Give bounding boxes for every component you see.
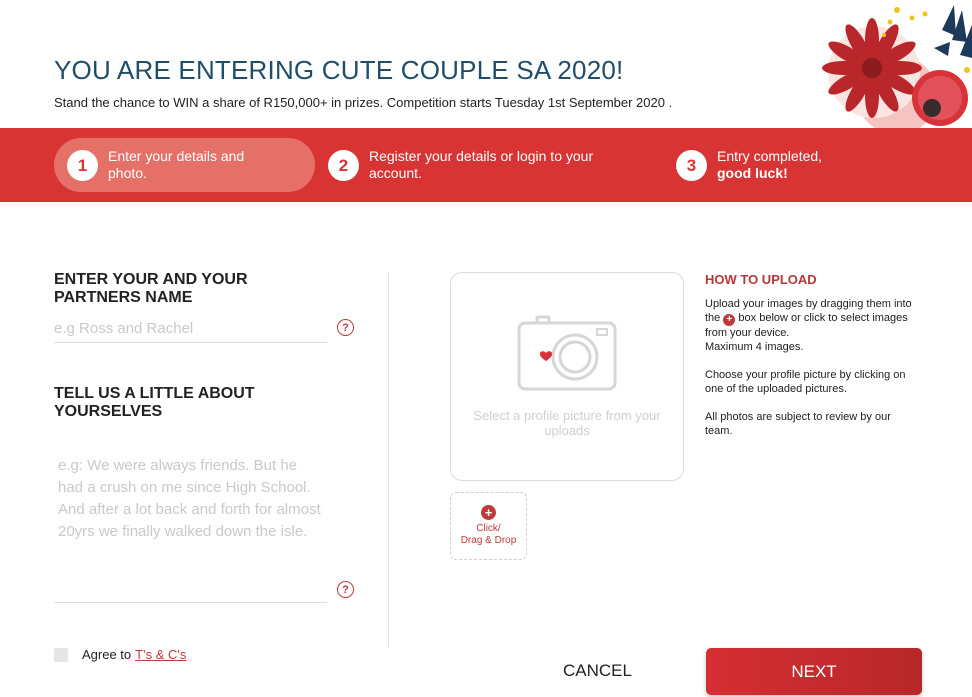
flower-decoration xyxy=(822,5,972,128)
column-divider xyxy=(388,272,389,648)
step-3: 3 Entry completed, good luck! xyxy=(676,138,926,192)
terms-checkbox[interactable] xyxy=(54,647,68,662)
step-1: 1 Enter your details and photo. xyxy=(54,138,315,192)
names-input[interactable] xyxy=(54,314,327,343)
how-to-upload-title: HOW TO UPLOAD xyxy=(705,272,817,287)
step-1-number: 1 xyxy=(67,149,98,181)
about-textarea[interactable] xyxy=(54,453,327,603)
names-help-icon[interactable]: ? xyxy=(337,319,354,336)
profile-picture-preview[interactable]: Select a profile picture from your uploa… xyxy=(450,272,684,481)
terms-agreement: Agree to T's & C's xyxy=(54,647,186,662)
preview-hint: Select a profile picture from your uploa… xyxy=(473,408,661,438)
step-3-label: Entry completed, good luck! xyxy=(717,148,823,181)
step-2-number: 2 xyxy=(328,149,359,181)
plus-icon: + xyxy=(723,314,736,326)
next-button[interactable]: NEXT xyxy=(706,648,922,695)
add-image-icon: + xyxy=(481,505,496,520)
step-1-label: Enter your details and photo. xyxy=(108,148,245,181)
terms-link[interactable]: T's & C's xyxy=(135,647,186,662)
step-2: 2 Register your details or login to your… xyxy=(328,138,648,192)
step-3-number: 3 xyxy=(676,149,707,181)
cancel-button[interactable]: CANCEL xyxy=(540,650,655,692)
names-label: ENTER YOUR AND YOUR PARTNERS NAME xyxy=(54,271,248,306)
terms-label: Agree to xyxy=(82,647,132,662)
dropzone-label-1: Click/ xyxy=(476,523,501,534)
image-dropzone[interactable]: + Click/ Drag & Drop xyxy=(450,492,527,560)
about-help-icon[interactable]: ? xyxy=(337,581,354,598)
progress-steps: 1 Enter your details and photo. 2 Registe… xyxy=(0,128,972,202)
how-to-upload-instructions: Upload your images by dragging them into… xyxy=(705,298,912,437)
page-title: YOU ARE ENTERING CUTE COUPLE SA 2020! xyxy=(54,55,624,85)
camera-icon xyxy=(517,315,617,391)
about-label: TELL US A LITTLE ABOUT YOURSELVES xyxy=(54,385,255,420)
page-subtitle: Stand the chance to WIN a share of R150,… xyxy=(54,95,673,110)
dropzone-label-2: Drag & Drop xyxy=(460,535,517,546)
step-2-label: Register your details or login to your ac… xyxy=(369,148,594,181)
